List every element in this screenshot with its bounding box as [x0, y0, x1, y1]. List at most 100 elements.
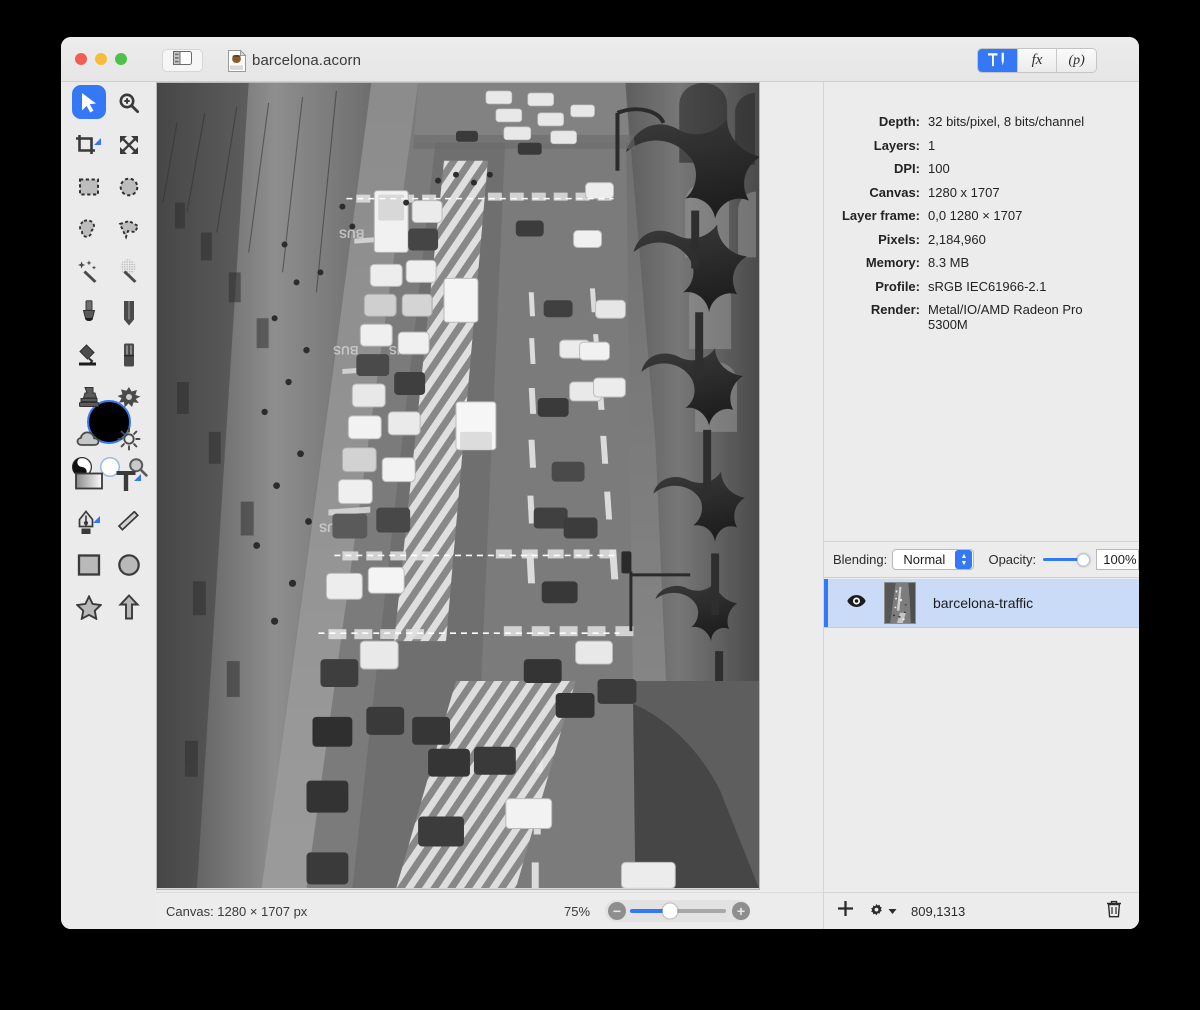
- info-row: Depth: 32 bits/pixel, 8 bits/channel: [824, 114, 1125, 129]
- eraser-tool[interactable]: [109, 334, 149, 376]
- tool-palette: [61, 82, 156, 929]
- blending-label: Blending:: [833, 552, 887, 567]
- info-key: Render:: [824, 302, 928, 332]
- info-value: Metal/IO/AMD Radeon Pro 5300M: [928, 302, 1125, 332]
- image-canvas[interactable]: . BUS BUS BUS BUS BUS BUS: [156, 82, 760, 890]
- info-key: Pixels:: [824, 232, 928, 247]
- document-title: barcelona.acorn: [252, 52, 361, 69]
- rectangle-select-tool[interactable]: [69, 166, 109, 208]
- move-tool[interactable]: [69, 82, 109, 124]
- info-value: 1: [928, 138, 935, 153]
- canvas-image[interactable]: . BUS BUS BUS BUS BUS BUS: [157, 83, 759, 888]
- image-info-list: Depth: 32 bits/pixel, 8 bits/channel Lay…: [824, 114, 1139, 341]
- lasso-select-tool[interactable]: [69, 208, 109, 250]
- ellipse-shape-tool[interactable]: [109, 544, 149, 586]
- blending-mode-select[interactable]: Normal ▲▼: [892, 549, 974, 570]
- acorn-document-icon: [226, 49, 248, 73]
- canvas-size-label: Canvas: 1280 × 1707 px: [166, 904, 307, 919]
- svg-text:BUS: BUS: [333, 343, 358, 357]
- opacity-value-field[interactable]: 100%: [1096, 549, 1139, 570]
- info-key: Depth:: [824, 114, 928, 129]
- minimize-window-button[interactable]: [95, 53, 107, 65]
- info-row: Canvas: 1280 x 1707: [824, 185, 1125, 200]
- info-key: Profile:: [824, 279, 928, 294]
- sidebar-toggle-icon: [173, 51, 192, 70]
- info-key: Layers:: [824, 138, 928, 153]
- tool-options-badge: [134, 474, 141, 481]
- info-value: 8.3 MB: [928, 255, 969, 270]
- info-value: 1280 x 1707: [928, 185, 1000, 200]
- layer-thumbnail: [884, 582, 916, 624]
- tool-options-badge: [94, 138, 101, 145]
- plus-icon[interactable]: [837, 900, 854, 922]
- info-value: 32 bits/pixel, 8 bits/channel: [928, 114, 1084, 129]
- zoom-tool[interactable]: [109, 82, 149, 124]
- arrow-shape-tool[interactable]: [109, 586, 149, 628]
- close-window-button[interactable]: [75, 53, 87, 65]
- info-row: Profile: sRGB IEC61966-2.1: [824, 279, 1125, 294]
- info-key: DPI:: [824, 161, 928, 176]
- chevron-up-down-icon[interactable]: ▲▼: [955, 550, 972, 569]
- tab-presets[interactable]: (p): [1057, 49, 1096, 72]
- zoom-slider[interactable]: − +: [605, 900, 750, 922]
- fx-icon: fx: [1032, 52, 1043, 69]
- zoom-in-button[interactable]: +: [732, 902, 750, 920]
- magic-wand-tool[interactable]: [69, 250, 109, 292]
- zoom-slider-knob[interactable]: [663, 904, 678, 919]
- info-row: Layer frame: 0,0 1280 × 1707: [824, 208, 1125, 223]
- ellipse-select-tool[interactable]: [109, 166, 149, 208]
- info-row: Layers: 1: [824, 138, 1125, 153]
- tab-inspector[interactable]: [978, 49, 1018, 72]
- canvas-status-bar: Canvas: 1280 × 1707 px 75% − +: [156, 892, 823, 929]
- title-bar: barcelona.acorn fx (p): [61, 37, 1139, 82]
- tab-filters[interactable]: fx: [1018, 49, 1058, 72]
- info-value: sRGB IEC61966-2.1: [928, 279, 1047, 294]
- fill-tool[interactable]: [69, 334, 109, 376]
- trash-icon[interactable]: [1106, 900, 1122, 923]
- instant-alpha-tool[interactable]: [109, 250, 149, 292]
- opacity-slider[interactable]: [1043, 558, 1083, 561]
- gear-with-chevron-icon[interactable]: [868, 903, 897, 920]
- inspector-tab-group[interactable]: fx (p): [977, 48, 1097, 73]
- star-shape-tool[interactable]: [69, 586, 109, 628]
- layer-toolbar: 809,1313: [824, 892, 1139, 929]
- maximize-window-button[interactable]: [115, 53, 127, 65]
- layer-name: barcelona-traffic: [933, 595, 1033, 611]
- info-row: DPI: 100: [824, 161, 1125, 176]
- cursor-coordinates: 809,1313: [911, 904, 965, 919]
- line-tool[interactable]: [109, 502, 149, 544]
- palette-icon: (p): [1069, 53, 1085, 69]
- brush-tool[interactable]: [69, 292, 109, 334]
- info-row: Memory: 8.3 MB: [824, 255, 1125, 270]
- crop-tool[interactable]: [69, 124, 109, 166]
- canvas-pane: . BUS BUS BUS BUS BUS BUS: [156, 82, 823, 929]
- blending-mode-value: Normal: [893, 552, 955, 567]
- hammer-and-pen-icon: [987, 51, 1007, 70]
- pencil-tool[interactable]: [109, 292, 149, 334]
- layer-row[interactable]: barcelona-traffic: [824, 579, 1139, 628]
- inspector-panel: Depth: 32 bits/pixel, 8 bits/channel Lay…: [823, 82, 1139, 929]
- opacity-slider-knob[interactable]: [1077, 553, 1090, 566]
- rectangle-shape-tool[interactable]: [69, 544, 109, 586]
- info-key: Canvas:: [824, 185, 928, 200]
- zoom-slider-track[interactable]: [630, 909, 726, 913]
- blending-bar: Blending: Normal ▲▼ Opacity: 100%: [824, 541, 1139, 578]
- tool-options-badge: [93, 516, 100, 523]
- zoom-level-label: 75%: [564, 904, 590, 919]
- eye-icon[interactable]: [846, 594, 867, 613]
- opacity-label: Opacity:: [988, 552, 1036, 567]
- polygon-select-tool[interactable]: [109, 208, 149, 250]
- info-value: 2,184,960: [928, 232, 986, 247]
- info-value: 100: [928, 161, 950, 176]
- bezier-pen-tool[interactable]: [69, 502, 109, 544]
- info-key: Layer frame:: [824, 208, 928, 223]
- zoom-out-button[interactable]: −: [608, 902, 626, 920]
- info-key: Memory:: [824, 255, 928, 270]
- layers-list: barcelona-traffic: [824, 579, 1139, 892]
- transform-tool[interactable]: [109, 124, 149, 166]
- app-window: barcelona.acorn fx (p): [61, 37, 1139, 929]
- info-row: Render: Metal/IO/AMD Radeon Pro 5300M: [824, 302, 1125, 332]
- info-row: Pixels: 2,184,960: [824, 232, 1125, 247]
- info-value: 0,0 1280 × 1707: [928, 208, 1022, 223]
- sidebar-toggle-button[interactable]: [162, 49, 203, 72]
